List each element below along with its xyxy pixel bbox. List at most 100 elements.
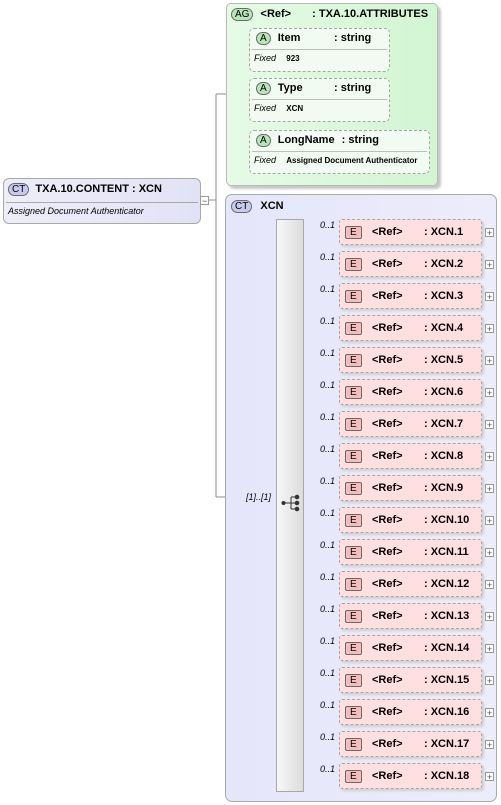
plus-icon[interactable]: + [485, 740, 494, 750]
occurrence-label: 0..1 [320, 476, 336, 486]
element-badge: E [345, 418, 362, 431]
fixed-label: Fixed [254, 155, 277, 165]
attribute-name: Type [277, 82, 303, 94]
plus-icon[interactable]: + [485, 452, 494, 462]
element-card[interactable]: E <Ref>: XCN.8 [339, 443, 482, 469]
element-type: : XCN.15 [424, 674, 470, 686]
element-badge: E [345, 354, 362, 367]
plus-icon[interactable]: + [485, 644, 494, 654]
element-type: : XCN.12 [424, 578, 470, 590]
occurrence-label: 0..1 [320, 252, 336, 262]
xcn-name: XCN [260, 200, 284, 212]
occurrence-label: 0..1 [320, 700, 336, 710]
element-type: : XCN.17 [424, 738, 470, 750]
occurrence-label: 0..1 [320, 316, 336, 326]
plus-icon[interactable]: + [485, 388, 494, 398]
element-ref: <Ref> [372, 450, 403, 462]
plus-icon[interactable]: + [485, 484, 494, 494]
divider [252, 49, 387, 50]
fixed-value: XCN [286, 104, 304, 113]
attribute-badge: A [256, 32, 271, 45]
element-type: : XCN.13 [424, 610, 470, 622]
attribute-group-box[interactable]: AG <Ref> : TXA.10.ATTRIBUTES A Item : st… [226, 3, 438, 186]
cardinality-label: [1]..[1] [246, 492, 272, 502]
element-ref: <Ref> [372, 418, 403, 430]
plus-icon[interactable]: + [485, 548, 494, 558]
occurrence-label: 0..1 [320, 604, 336, 614]
element-card[interactable]: E <Ref> : XCN.12 [339, 571, 482, 597]
element-badge: E [345, 738, 362, 751]
attribute-type: : string [334, 32, 372, 44]
attribute-item[interactable]: A Item : string Fixed 923 [249, 28, 390, 72]
element-card[interactable]: E <Ref>: XCN.7 [339, 411, 482, 437]
element-card[interactable]: E <Ref>: XCN.9 [339, 475, 482, 501]
element-ref: <Ref> [372, 514, 403, 526]
plus-icon[interactable]: + [485, 420, 494, 430]
plus-icon[interactable]: + [485, 580, 494, 590]
attribute-longname[interactable]: A LongName : string Fixed Assigned Docum… [249, 130, 430, 174]
minus-icon[interactable]: − [200, 196, 209, 206]
element-card[interactable]: E <Ref>: XCN.3 [339, 283, 482, 309]
element-ref: <Ref> [372, 258, 403, 270]
plus-icon[interactable]: + [485, 324, 494, 334]
element-type: : XCN.3 [424, 290, 464, 302]
element-card[interactable]: E <Ref>: XCN.10 [339, 507, 482, 533]
element-card[interactable]: E <Ref>: XCN.2 [339, 251, 482, 277]
plus-icon[interactable]: + [485, 228, 494, 238]
plus-icon[interactable]: + [485, 292, 494, 302]
element-card[interactable]: E <Ref> : XCN.16 [339, 699, 482, 725]
occurrence-label: 0..1 [320, 380, 336, 390]
element-type: : XCN.4 [424, 322, 464, 334]
element-badge: E [345, 706, 362, 719]
root-complex-type-box[interactable]: CT TXA.10.CONTENT : XCN Assigned Documen… [3, 178, 201, 224]
element-type: : XCN.10 [424, 514, 470, 526]
attribute-badge: A [256, 82, 271, 95]
occurrence-label: 0..1 [320, 764, 336, 774]
element-card[interactable]: E <Ref> : XCN.17 [339, 731, 482, 757]
plus-icon[interactable]: + [485, 260, 494, 270]
element-ref: <Ref> [372, 386, 403, 398]
element-card[interactable]: E <Ref>: XCN.11 [339, 539, 482, 565]
occurrence-label: 0..1 [320, 668, 336, 678]
element-ref: <Ref> [372, 354, 403, 366]
plus-icon[interactable]: + [485, 708, 494, 718]
element-badge: E [345, 610, 362, 623]
attribute-group-badge: AG [231, 8, 254, 21]
attribute-name: Item [277, 32, 301, 44]
plus-icon[interactable]: + [485, 676, 494, 686]
element-type: : XCN.11 [424, 546, 469, 558]
element-type: : XCN.16 [424, 706, 470, 718]
element-type: : XCN.9 [424, 482, 464, 494]
attribute-type-item[interactable]: A Type : string Fixed XCN [249, 78, 390, 122]
element-card[interactable]: E <Ref>: XCN.15 [339, 667, 482, 693]
occurrence-label: 0..1 [320, 348, 336, 358]
element-type: : XCN.2 [424, 258, 464, 270]
element-type: : XCN.18 [424, 770, 470, 782]
element-badge: E [345, 578, 362, 591]
element-card[interactable]: E <Ref>: XCN.6 [339, 379, 482, 405]
attribute-name: LongName [277, 134, 335, 146]
element-card[interactable]: E <Ref>: XCN.14 [339, 635, 482, 661]
element-card[interactable]: E <Ref>: XCN.5 [339, 347, 482, 373]
element-ref: <Ref> [372, 578, 403, 590]
fixed-value: Assigned Document Authenticator [286, 156, 418, 165]
element-ref: <Ref> [372, 706, 403, 718]
occurrence-label: 0..1 [320, 444, 336, 454]
root-documentation: Assigned Document Authenticator [8, 206, 144, 216]
complex-type-badge: CT [231, 200, 253, 213]
divider [6, 202, 198, 203]
element-ref: <Ref> [372, 770, 403, 782]
plus-icon[interactable]: + [485, 612, 494, 622]
element-card[interactable]: E <Ref>: XCN.4 [339, 315, 482, 341]
element-card[interactable]: E <Ref>: XCN.13 [339, 603, 482, 629]
element-card[interactable]: E <Ref>: XCN.1 [339, 219, 482, 245]
element-card[interactable]: E <Ref>: XCN.18 [339, 763, 482, 789]
plus-icon[interactable]: + [485, 356, 494, 366]
plus-icon[interactable]: + [485, 772, 494, 782]
occurrence-label: 0..1 [320, 732, 336, 742]
element-type: : XCN.14 [424, 642, 470, 654]
attribute-type: : string [341, 134, 379, 146]
element-ref: <Ref> [372, 738, 403, 750]
plus-icon[interactable]: + [485, 516, 494, 526]
occurrence-label: 0..1 [320, 284, 336, 294]
